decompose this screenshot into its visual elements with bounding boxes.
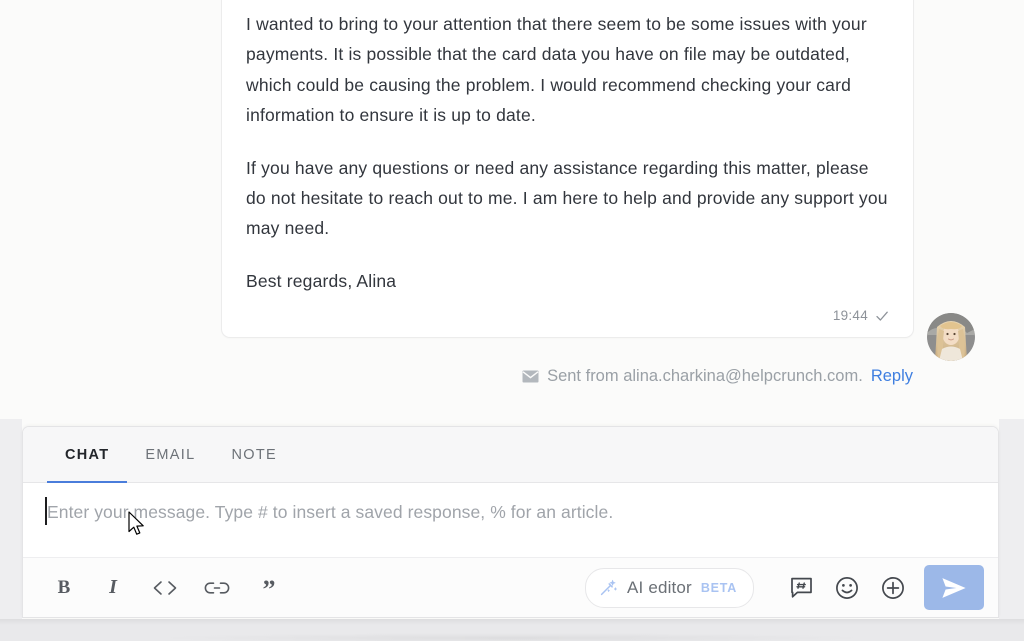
bold-button[interactable]: B [41, 567, 87, 609]
ai-editor-button[interactable]: AI editor BETA [585, 567, 754, 608]
tab-chat[interactable]: CHAT [47, 427, 128, 484]
formatting-tools: B I ” [47, 567, 295, 609]
bold-icon: B [57, 576, 71, 598]
composer-tabs: CHAT EMAIL NOTE [23, 427, 998, 484]
helpcrunch-conversation-screen: I wanted to bring to your attention that… [0, 0, 1024, 641]
smiley-icon [835, 576, 859, 600]
emoji-button[interactable] [824, 567, 870, 609]
italic-icon: I [109, 576, 117, 598]
outgoing-message-row: I wanted to bring to your attention that… [221, 0, 914, 339]
envelope-icon [522, 370, 539, 383]
hash-bubble-icon [790, 576, 813, 599]
avatar[interactable] [927, 313, 975, 361]
message-paragraph: I wanted to bring to your attention that… [246, 14, 867, 126]
italic-button[interactable]: I [87, 567, 139, 609]
saved-response-button[interactable] [778, 567, 824, 609]
link-button[interactable] [191, 567, 243, 609]
attachment-button[interactable] [870, 567, 916, 609]
page-gutter-right [999, 419, 1024, 619]
sent-from-line: Sent from alina.charkina@helpcrunch.com.… [522, 367, 913, 386]
message-timestamp: 19:44 [832, 308, 868, 324]
text-caret [45, 497, 47, 525]
plus-circle-icon [881, 576, 905, 600]
message-meta: 19:44 [246, 306, 889, 329]
tab-note[interactable]: NOTE [213, 427, 295, 483]
quote-icon: ” [262, 575, 276, 605]
message-input[interactable]: Enter your message. Type # to insert a s… [23, 483, 998, 558]
message-paragraph: If you have any questions or need any as… [246, 157, 888, 239]
magic-wand-icon [599, 578, 618, 597]
send-plane-icon [939, 575, 969, 601]
page-bottom-area [0, 619, 1024, 641]
check-icon [875, 309, 889, 323]
code-button[interactable] [139, 567, 191, 609]
message-paragraph: Best regards, Alina [246, 270, 397, 291]
page-gutter-left [0, 419, 22, 619]
composer-actions: AI editor BETA [585, 565, 984, 610]
editor-line: Enter your message. Type # to insert a s… [45, 497, 974, 525]
sent-from-text: Sent from alina.charkina@helpcrunch.com. [547, 367, 863, 385]
composer-toolbar: B I ” AI editor BETA [23, 557, 998, 617]
message-bubble[interactable]: I wanted to bring to your attention that… [221, 0, 914, 339]
conversation-panel: I wanted to bring to your attention that… [0, 0, 1024, 410]
message-input-placeholder: Enter your message. Type # to insert a s… [47, 502, 614, 522]
reply-link[interactable]: Reply [871, 367, 913, 386]
code-icon [152, 580, 178, 596]
beta-badge: BETA [700, 580, 737, 595]
ai-editor-label: AI editor [627, 577, 692, 597]
message-composer: CHAT EMAIL NOTE Enter your message. Type… [22, 426, 999, 618]
quote-button[interactable]: ” [243, 567, 295, 609]
tab-email[interactable]: EMAIL [127, 427, 213, 483]
send-button[interactable] [924, 565, 984, 610]
link-icon [204, 581, 230, 595]
